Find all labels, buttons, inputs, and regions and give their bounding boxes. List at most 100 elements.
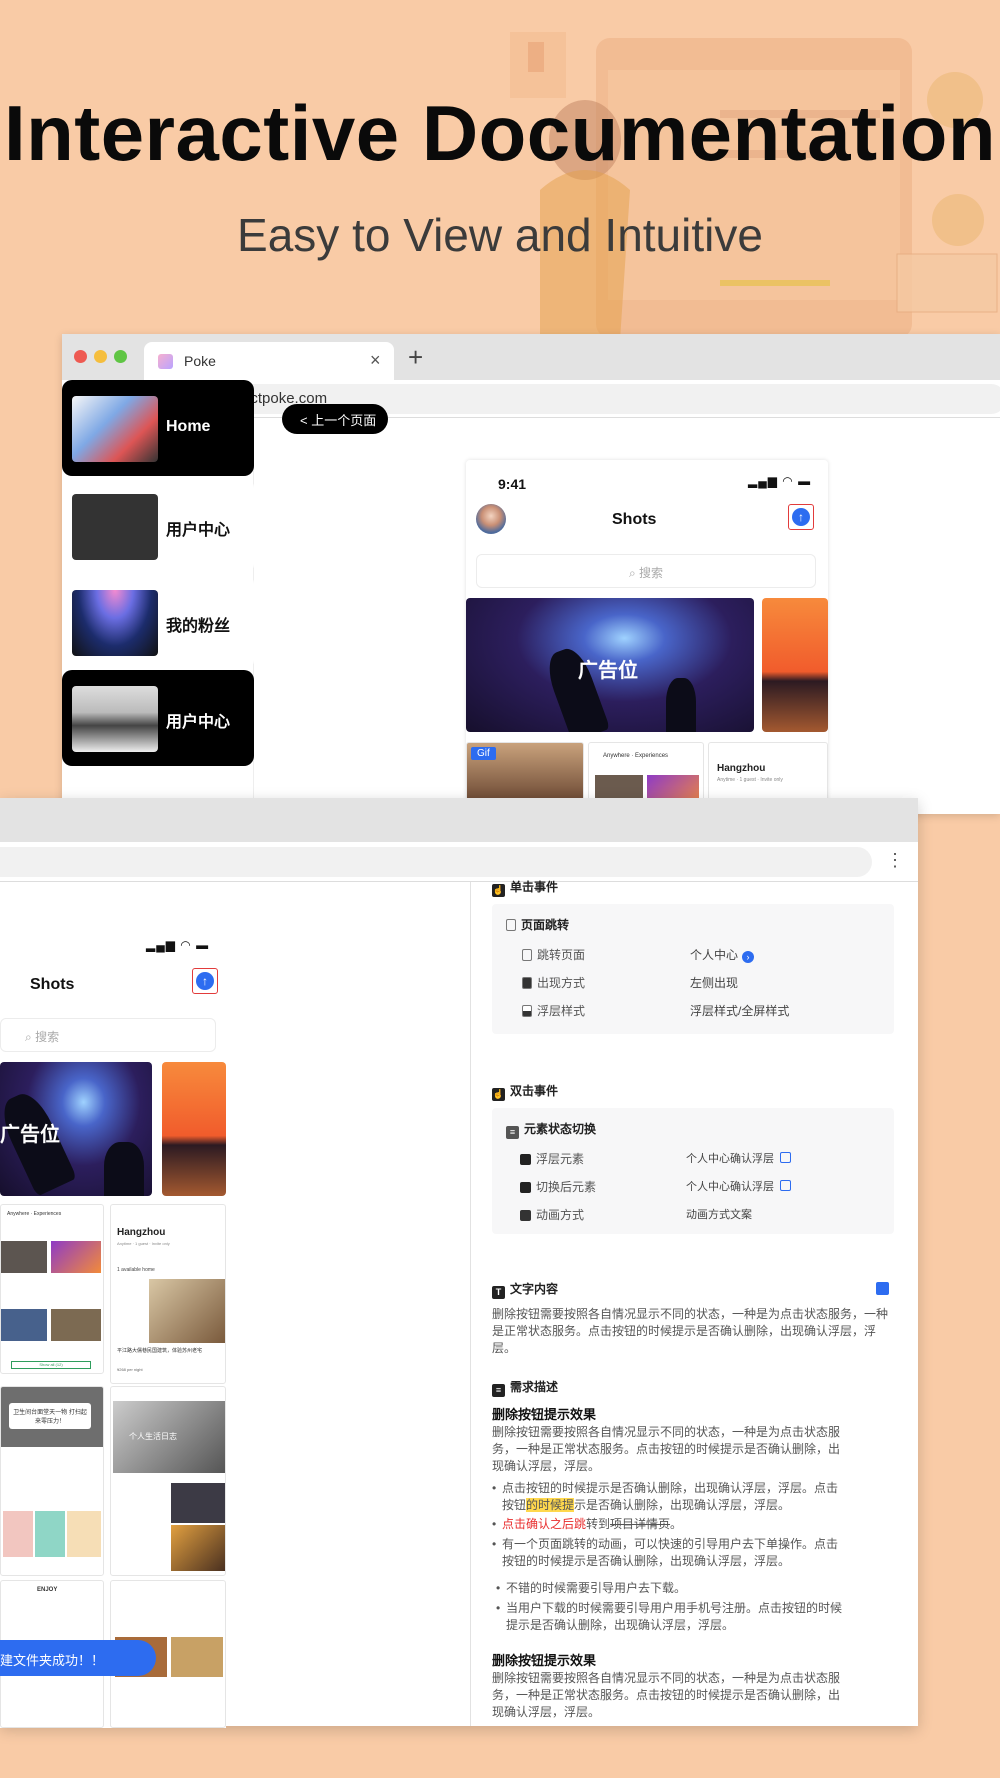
upload-button[interactable]: ↑ [192, 968, 218, 994]
mini-sub: Anytime · 1 guest · Invite only [117, 1241, 170, 1246]
phone-preview-front: ▂▄▆ ◠ ▬ Shots ↑ ⌕ 搜索 广告位 Anywhere · Expe… [0, 928, 226, 1728]
maximize-window-icon[interactable] [114, 350, 127, 363]
row-label: 动画方式 [520, 1206, 584, 1223]
bullet-item: 点击确认之后跳转到项目详情页。 [492, 1516, 842, 1533]
phone-icon [522, 1005, 532, 1017]
ad-banner[interactable]: 广告位 [466, 598, 754, 732]
status-time: 9:41 [498, 476, 527, 492]
copy-icon [520, 1182, 531, 1193]
text-icon: T [492, 1286, 505, 1299]
sidebar-item-fans[interactable]: 我的粉丝 [62, 574, 254, 670]
external-link-icon[interactable] [780, 1180, 791, 1191]
new-tab-button[interactable]: + [408, 342, 423, 373]
text-content-body: 删除按钮需要按照各自情况显示不同的状态，一种是为点击状态服务，一种是正常状态服务… [492, 1307, 889, 1355]
row-label: 出现方式 [522, 974, 585, 991]
tab-close-icon[interactable]: × [370, 350, 381, 371]
page-title: Shots [30, 976, 75, 993]
row-value-link[interactable]: 个人中心确认浮层 [686, 1178, 791, 1194]
double-click-panel: ≡ 元素状态切换 浮层元素 个人中心确认浮层 切换后元素 个人中心确认浮层 动画方… [492, 1108, 894, 1234]
mini-photo [1, 1309, 47, 1341]
row-label: 浮层元素 [520, 1150, 584, 1167]
page-jump-group: 页面跳转 [506, 916, 569, 933]
search-input[interactable]: ⌕ 搜索 [476, 554, 816, 588]
double-click-header: ☝ 双击事件 [492, 1082, 558, 1101]
row-value: 左侧出现 [690, 976, 739, 990]
mini-price: ¥268 per night [117, 1367, 143, 1372]
mini-photo [171, 1637, 223, 1677]
toast-text: 建文件夹成功！！ [0, 1653, 105, 1668]
sidebar-item-home[interactable]: Home [62, 380, 254, 476]
row-label: 切换后元素 [520, 1178, 596, 1195]
ad-label: 广告位 [578, 660, 638, 682]
search-placeholder: 搜索 [639, 566, 664, 580]
row-label: 跳转页面 [522, 946, 585, 963]
arrow-right-icon[interactable]: › [742, 951, 755, 963]
mini-header: Anywhere · Experiences [7, 1211, 62, 1217]
row-label-text: 浮层样式 [537, 1004, 586, 1018]
hero-title: Interactive Documentation [3, 89, 997, 177]
mini-tile [35, 1511, 65, 1557]
mini-screen-feed[interactable]: 个人生活日志 [110, 1386, 226, 1576]
tab-title: Poke [184, 353, 216, 369]
browser-tab[interactable]: Poke × [144, 342, 394, 380]
close-window-icon[interactable] [74, 350, 87, 363]
sidebar-item-label: 用户中心 [166, 714, 231, 731]
more-vertical-icon[interactable]: ⋮ [886, 850, 904, 871]
mini-photo [51, 1241, 101, 1273]
signal-battery-icon: ▂▄▆ ◠ ▬ [748, 474, 812, 488]
sidebar-thumbnail [72, 590, 158, 656]
requirement-para-2: 删除按钮需要按照各自情况显示不同的状态，一种是为点击状态服务，一种是正常状态服务… [492, 1671, 841, 1719]
page-icon [506, 919, 516, 931]
sidebar-thumbnail [72, 396, 158, 462]
row-label-text: 跳转页面 [537, 948, 586, 962]
page-icon [522, 949, 532, 961]
mini-photo [171, 1525, 225, 1571]
click-icon: ☝ [492, 884, 505, 897]
sidebar-item-user-center[interactable]: 用户中心 [62, 478, 254, 574]
minimize-window-icon[interactable] [94, 350, 107, 363]
address-bar-row: ⋮ [0, 842, 918, 882]
sidebar-item-label: 我的粉丝 [166, 618, 231, 635]
page-sidebar: Home 用户中心 我的粉丝 用户中心 [62, 380, 254, 814]
avatar[interactable] [476, 504, 506, 534]
sunset-card[interactable] [162, 1062, 226, 1196]
mini-screen-hangzhou[interactable]: Hangzhou Anytime · 1 guest · Invite only… [110, 1204, 226, 1384]
layers-icon: ≡ [506, 1126, 519, 1139]
sidebar-thumbnail [72, 494, 158, 560]
page-title: Shots [612, 511, 657, 528]
search-input[interactable]: ⌕ 搜索 [0, 1018, 216, 1052]
mini-show-all: Show all (12) [11, 1361, 91, 1369]
row-value-link[interactable]: 个人中心确认浮层 [686, 1150, 791, 1166]
section-title: 单击事件 [510, 880, 559, 894]
red-text: 点击确认之后跳 [502, 1517, 587, 1531]
sidebar-item-user-center-active[interactable]: 用户中心 [62, 670, 254, 766]
mini-header: Anywhere · Experiences [603, 753, 669, 759]
url-field[interactable] [0, 847, 872, 877]
external-link-icon[interactable] [780, 1152, 791, 1163]
row-value-link[interactable]: 个人中心 › [690, 946, 755, 963]
mini-screen-experiences[interactable]: Anywhere · Experiences Show all (12) [0, 1204, 104, 1374]
single-click-header: ☝ 单击事件 [492, 878, 558, 897]
mini-photo [149, 1279, 225, 1343]
favicon-icon [158, 354, 173, 369]
ad-banner[interactable]: 广告位 [0, 1062, 152, 1196]
sunset-card[interactable] [762, 598, 828, 732]
row-value: 个人中心确认浮层 [686, 1181, 774, 1193]
sidebar-item-label: Home [166, 418, 211, 435]
mini-screen-store[interactable]: 卫生间台面堂天一物 打扫起来零压力！ [0, 1386, 104, 1576]
ad-label: 广告位 [0, 1124, 60, 1146]
section-title: 双击事件 [510, 1084, 559, 1098]
signal-battery-icon: ▂▄▆ ◠ ▬ [146, 938, 210, 952]
search-placeholder: 搜索 [35, 1030, 60, 1044]
bullet-item: 当用户下载的时候需要引导用户用手机号注册。点击按钮的时候提示是否确认删除，出现确… [496, 1600, 842, 1634]
hand-shape [666, 678, 696, 732]
copy-text-icon[interactable] [876, 1282, 889, 1295]
upload-button[interactable]: ↑ [788, 504, 814, 530]
previous-page-button[interactable]: < 上一个页面 [282, 404, 388, 434]
bullet-text: 示是否确认删除，出现确认浮层，浮层。 [574, 1498, 791, 1512]
requirement-title-2: 删除按钮提示效果 [492, 1653, 597, 1668]
row-label-text: 切换后元素 [536, 1180, 597, 1194]
group-title: 页面跳转 [521, 918, 570, 932]
list-icon: ≡ [492, 1384, 505, 1397]
row-value: 个人中心 [690, 948, 739, 962]
